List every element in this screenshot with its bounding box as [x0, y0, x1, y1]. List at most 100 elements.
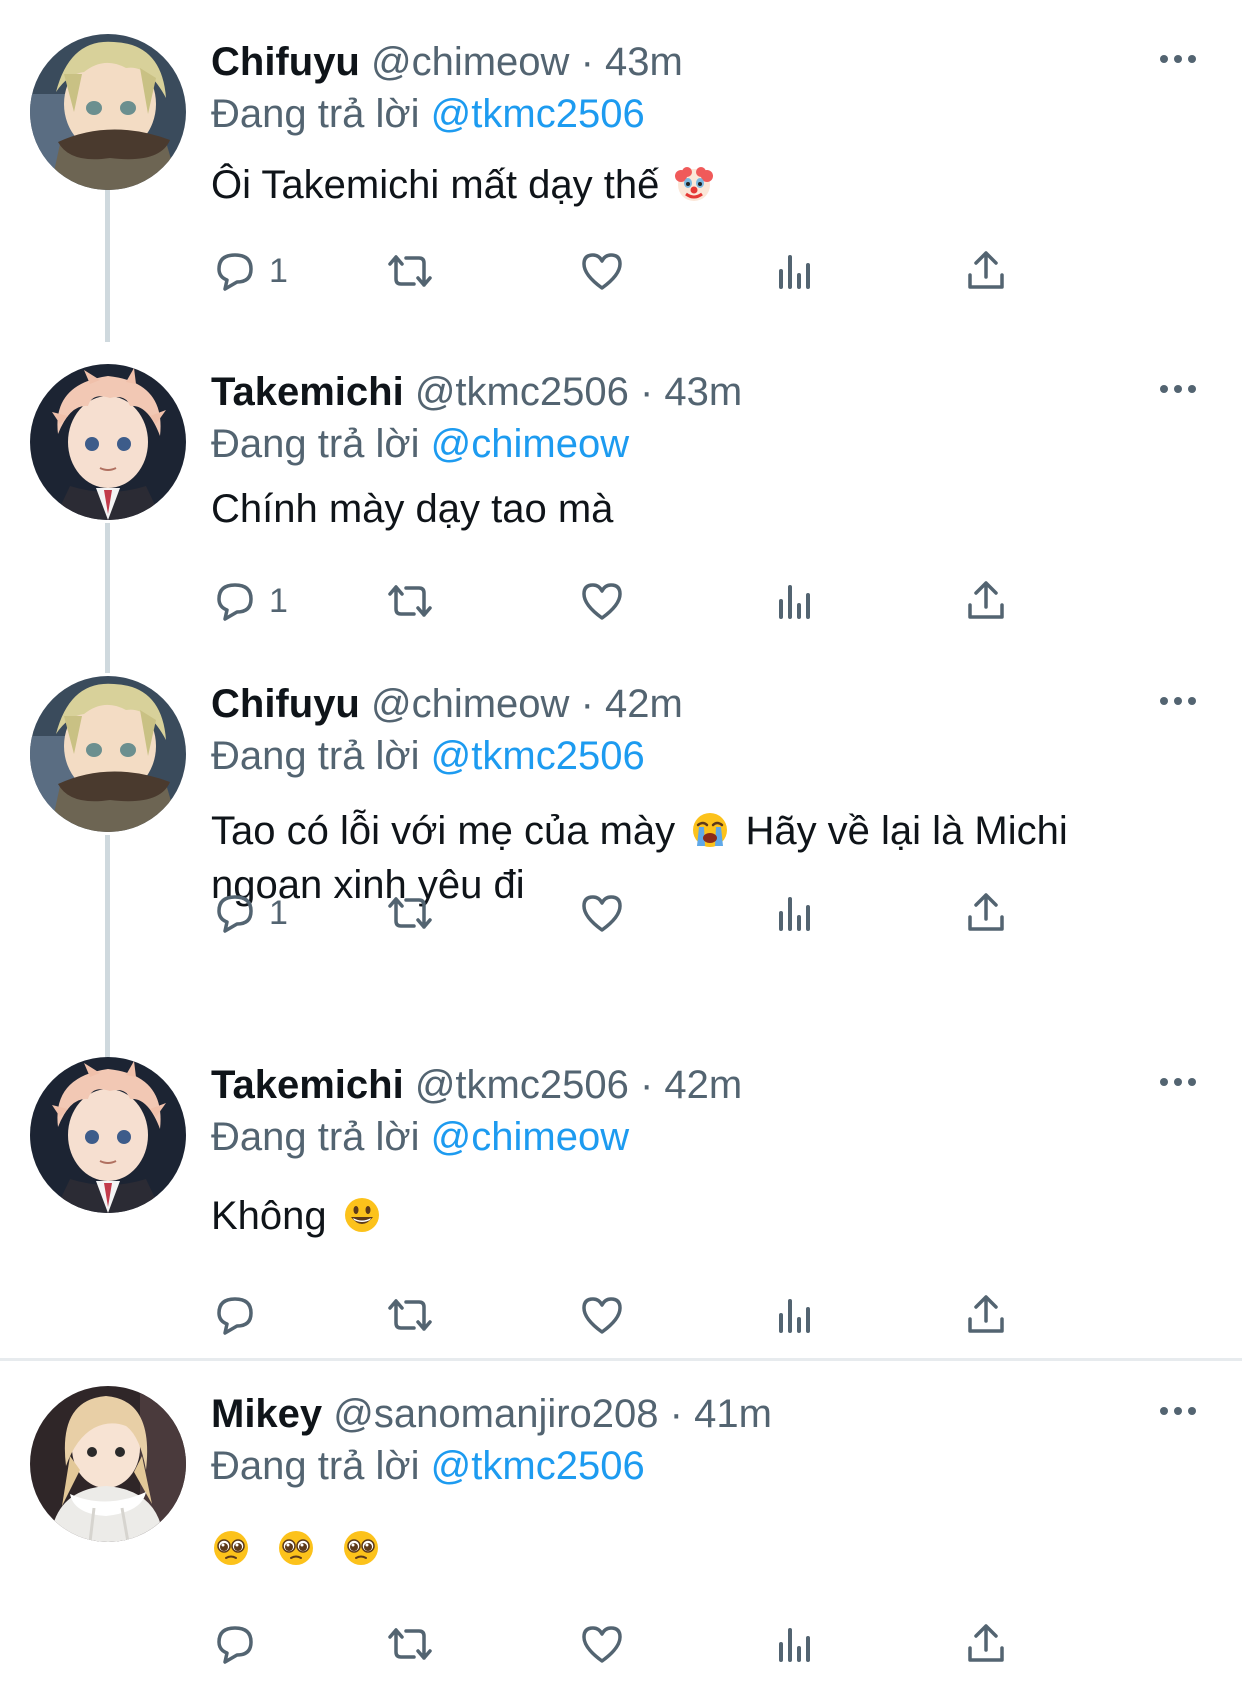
- analytics-icon: [779, 1299, 810, 1333]
- reply-button[interactable]: 1: [211, 245, 288, 297]
- display-name[interactable]: Chifuyu: [211, 40, 360, 84]
- pleading-face-emoji: [276, 1528, 316, 1568]
- reply-count: 1: [269, 251, 288, 290]
- heart-icon: [582, 253, 622, 290]
- share-icon: [968, 1624, 1004, 1662]
- retweet-icon: [388, 255, 432, 287]
- views-button[interactable]: [771, 575, 819, 627]
- reply-icon: [217, 1626, 253, 1664]
- tweet-text-content: Chính mày dạy tao mà: [211, 487, 614, 531]
- reply-button[interactable]: [211, 1618, 269, 1670]
- mention-link[interactable]: @chimeow: [431, 1115, 629, 1159]
- thread-line: [105, 182, 110, 342]
- analytics-icon: [779, 1628, 810, 1662]
- like-button[interactable]: [578, 575, 626, 627]
- divider: [0, 1358, 1242, 1361]
- analytics-icon: [779, 897, 810, 931]
- tweet-text-content: Không: [211, 1194, 327, 1238]
- thread-line: [105, 523, 110, 673]
- user-handle[interactable]: @tkmc2506: [415, 1063, 629, 1107]
- heart-icon: [582, 583, 622, 620]
- replying-to-label: Đang trả lời: [211, 734, 420, 778]
- mention-link[interactable]: @tkmc2506: [431, 734, 645, 778]
- reply-button[interactable]: 1: [211, 887, 288, 939]
- like-button[interactable]: [578, 1618, 626, 1670]
- tweet-text: Chính mày dạy tao mà: [211, 482, 1171, 536]
- tweet-header: Takemichi @tkmc2506 · 42m: [211, 1061, 742, 1109]
- retweet-button[interactable]: [386, 245, 434, 297]
- loudly-crying-face-emoji: [690, 810, 730, 850]
- avatar[interactable]: [30, 34, 186, 190]
- share-button[interactable]: [962, 245, 1010, 297]
- separator-dot: ·: [580, 682, 594, 726]
- avatar[interactable]: [30, 1057, 186, 1213]
- reply-button[interactable]: [211, 1289, 269, 1341]
- views-button[interactable]: [771, 1289, 819, 1341]
- more-options-icon[interactable]: [1156, 1067, 1200, 1097]
- separator-dot: ·: [580, 40, 594, 84]
- retweet-icon: [388, 1628, 432, 1660]
- display-name[interactable]: Mikey: [211, 1392, 322, 1436]
- user-handle[interactable]: @tkmc2506: [415, 370, 629, 414]
- views-button[interactable]: [771, 1618, 819, 1670]
- share-button[interactable]: [962, 575, 1010, 627]
- like-button[interactable]: [578, 245, 626, 297]
- more-options-icon[interactable]: [1156, 686, 1200, 716]
- heart-icon: [582, 1626, 622, 1663]
- views-button[interactable]: [771, 245, 819, 297]
- mention-link[interactable]: @chimeow: [431, 422, 629, 466]
- timestamp[interactable]: 43m: [605, 40, 683, 84]
- tweet-header: Chifuyu @chimeow · 42m: [211, 680, 683, 728]
- replying-to: Đang trả lời @tkmc2506: [211, 90, 645, 138]
- user-handle[interactable]: @chimeow: [371, 682, 569, 726]
- replying-to: Đang trả lời @tkmc2506: [211, 732, 645, 780]
- share-button[interactable]: [962, 1618, 1010, 1670]
- tweet-text-content: Ôi Takemichi mất dạy thế: [211, 163, 660, 207]
- user-handle[interactable]: @chimeow: [371, 40, 569, 84]
- user-handle[interactable]: @sanomanjiro208: [333, 1392, 658, 1436]
- more-options-icon[interactable]: [1156, 44, 1200, 74]
- reply-icon: [217, 1297, 253, 1335]
- share-icon: [968, 1295, 1004, 1333]
- tweet-header: Mikey @sanomanjiro208 · 41m: [211, 1390, 772, 1438]
- retweet-button[interactable]: [386, 887, 434, 939]
- retweet-button[interactable]: [386, 1289, 434, 1341]
- mention-link[interactable]: @tkmc2506: [431, 92, 645, 136]
- share-button[interactable]: [962, 887, 1010, 939]
- display-name[interactable]: Chifuyu: [211, 682, 360, 726]
- like-button[interactable]: [578, 887, 626, 939]
- pleading-face-emoji: [341, 1528, 381, 1568]
- avatar[interactable]: [30, 676, 186, 832]
- reply-button[interactable]: 1: [211, 575, 288, 627]
- clown-face-emoji: [674, 164, 714, 204]
- display-name[interactable]: Takemichi: [211, 370, 404, 414]
- views-button[interactable]: [771, 887, 819, 939]
- reply-icon: [217, 895, 253, 933]
- more-options-icon[interactable]: [1156, 1396, 1200, 1426]
- tweet-actions: 1: [211, 245, 1111, 297]
- retweet-button[interactable]: [386, 1618, 434, 1670]
- timestamp[interactable]: 41m: [694, 1392, 772, 1436]
- retweet-icon: [388, 897, 432, 929]
- analytics-icon: [779, 255, 810, 289]
- share-icon: [968, 893, 1004, 931]
- timestamp[interactable]: 43m: [664, 370, 742, 414]
- avatar[interactable]: [30, 364, 186, 520]
- share-button[interactable]: [962, 1289, 1010, 1341]
- retweet-button[interactable]: [386, 575, 434, 627]
- replying-to: Đang trả lời @chimeow: [211, 1113, 629, 1161]
- more-options-icon[interactable]: [1156, 374, 1200, 404]
- separator-dot: ·: [639, 370, 654, 414]
- timestamp[interactable]: 42m: [664, 1063, 742, 1107]
- like-button[interactable]: [578, 1289, 626, 1341]
- display-name[interactable]: Takemichi: [211, 1063, 404, 1107]
- tweet-text: [211, 1522, 1171, 1576]
- replying-to: Đang trả lời @chimeow: [211, 420, 629, 468]
- mention-link[interactable]: @tkmc2506: [431, 1444, 645, 1488]
- replying-to-label: Đang trả lời: [211, 1115, 420, 1159]
- timestamp[interactable]: 42m: [605, 682, 683, 726]
- avatar[interactable]: [30, 1386, 186, 1542]
- separator-dot: ·: [639, 1063, 654, 1107]
- analytics-icon: [779, 585, 810, 619]
- replying-to-label: Đang trả lời: [211, 422, 420, 466]
